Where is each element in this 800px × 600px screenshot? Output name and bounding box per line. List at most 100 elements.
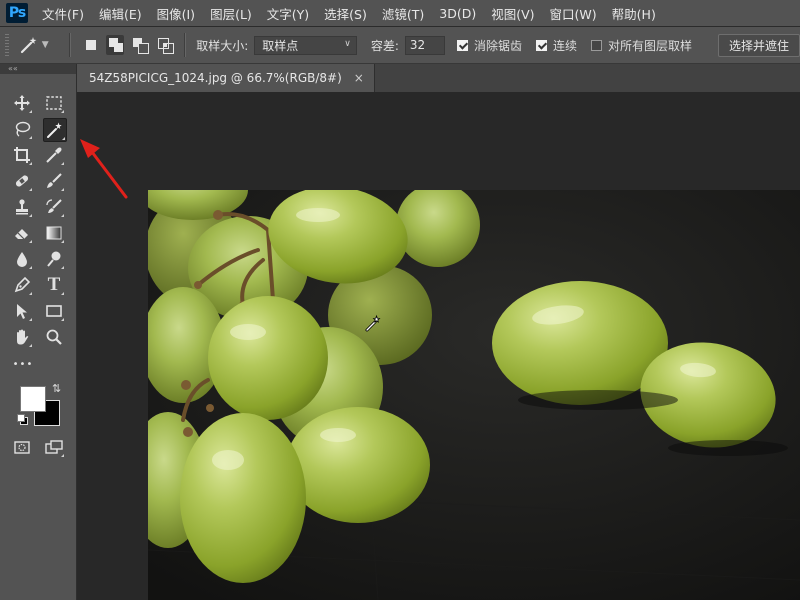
options-bar: ▼ 取样大小: 取样点 ∨ 容差: 32 消除锯齿 连续 对所有图层取样 选择并…: [0, 27, 800, 64]
tool-group-indicator: [29, 344, 32, 347]
eyedropper-tool-icon[interactable]: [43, 144, 65, 166]
blur-tool-icon[interactable]: [11, 248, 33, 270]
menu-view[interactable]: 视图(V): [491, 4, 534, 23]
hand-tool-icon[interactable]: [11, 326, 33, 348]
marquee-tool-icon[interactable]: [43, 92, 65, 114]
menu-help[interactable]: 帮助(H): [612, 4, 656, 23]
sample-size-label: 取样大小:: [196, 38, 249, 53]
eraser-tool-icon[interactable]: [11, 222, 33, 244]
magic-wand-icon: [20, 37, 37, 54]
tool-group-indicator: [61, 162, 64, 165]
intersect-selection-icon-fill: [163, 43, 168, 47]
screen-mode-icon[interactable]: [43, 436, 65, 458]
brush-tool-icon[interactable]: [43, 170, 65, 192]
menu-bar: Ps 文件(F) 编辑(E) 图像(I) 图层(L) 文字(Y) 选择(S) 滤…: [0, 0, 800, 27]
tool-group-indicator: [61, 318, 64, 321]
add-to-selection-button[interactable]: [105, 35, 125, 55]
tool-group-indicator: [61, 214, 64, 217]
move-tool-icon[interactable]: [11, 92, 33, 114]
more-tools-icon[interactable]: •••: [11, 353, 35, 375]
tolerance-label: 容差:: [370, 38, 399, 53]
add-selection-icon-part: [113, 43, 123, 52]
toolbox-collapse-button[interactable]: ««: [0, 64, 76, 74]
sample-all-layers-checkbox[interactable]: [590, 39, 602, 51]
chevron-down-icon: ▼: [41, 40, 49, 50]
tool-group-indicator: [29, 292, 32, 295]
tool-group-indicator: [61, 240, 64, 243]
tool-group-indicator: [29, 110, 32, 113]
menu-image[interactable]: 图像(I): [157, 4, 195, 23]
crop-tool-icon[interactable]: [11, 144, 33, 166]
menu-filter[interactable]: 滤镜(T): [382, 4, 424, 23]
tool-group-indicator: [29, 240, 32, 243]
type-tool-icon[interactable]: T: [43, 274, 65, 296]
contiguous-checkbox[interactable]: [535, 39, 547, 51]
tool-group-indicator: [29, 266, 32, 269]
new-selection-button[interactable]: [81, 35, 100, 55]
menu-window[interactable]: 窗口(W): [550, 4, 597, 23]
menu-3d[interactable]: 3D(D): [439, 6, 476, 21]
quick-mask-icon[interactable]: [11, 436, 33, 458]
separator: [184, 33, 187, 57]
sample-all-layers-option[interactable]: 对所有图层取样: [590, 37, 692, 54]
tool-preset-picker[interactable]: ▼: [19, 35, 49, 55]
more-tools-glyph: •••: [12, 358, 34, 370]
menu-type[interactable]: 文字(Y): [267, 4, 309, 23]
zoom-tool-icon[interactable]: [43, 326, 65, 348]
separator: [68, 33, 71, 57]
tool-group-indicator: [61, 454, 64, 457]
canvas-area[interactable]: [77, 93, 800, 600]
tool-group-indicator: [61, 110, 64, 113]
tool-group-indicator: [29, 214, 32, 217]
tool-group-indicator: [61, 266, 64, 269]
tolerance-input[interactable]: 32: [404, 35, 445, 55]
tool-group-indicator: [29, 318, 32, 321]
healing-brush-tool-icon[interactable]: [11, 170, 33, 192]
subtract-selection-icon-part: [138, 43, 150, 54]
foreground-color-swatch[interactable]: [20, 386, 46, 412]
path-selection-tool-icon[interactable]: [11, 300, 33, 322]
document-canvas[interactable]: [148, 190, 800, 600]
contiguous-option[interactable]: 连续: [535, 37, 577, 54]
gradient-tool-icon[interactable]: [43, 222, 65, 244]
pen-tool-icon[interactable]: [11, 274, 33, 296]
menu-select[interactable]: 选择(S): [324, 4, 367, 23]
swap-colors-icon[interactable]: ⇅: [52, 382, 61, 395]
clone-stamp-tool-icon[interactable]: [11, 196, 33, 218]
grapes-photo: [148, 190, 800, 600]
dodge-tool-icon[interactable]: [43, 248, 65, 270]
menu-file[interactable]: 文件(F): [42, 4, 84, 23]
antialias-label: 消除锯齿: [473, 38, 522, 53]
toolbox: «« T ••• ⇅: [0, 64, 77, 600]
new-selection-icon: [85, 40, 96, 50]
options-bar-grip[interactable]: [5, 34, 9, 56]
photoshop-logo: Ps: [6, 3, 28, 23]
menu-layer[interactable]: 图层(L): [210, 4, 252, 23]
document-title: 54Z58PICICG_1024.jpg @ 66.7%(RGB/8#): [89, 71, 342, 85]
antialias-option[interactable]: 消除锯齿: [456, 37, 522, 54]
select-and-mask-button[interactable]: 选择并遮住: [718, 33, 800, 57]
tool-group-indicator: [61, 292, 64, 295]
lasso-tool-icon[interactable]: [11, 118, 33, 140]
tool-group-indicator: [62, 137, 65, 140]
tool-group-indicator: [29, 136, 32, 139]
subtract-from-selection-button[interactable]: [130, 35, 150, 55]
intersect-selection-button[interactable]: [155, 35, 175, 55]
magic-wand-cursor-icon: [363, 313, 383, 336]
sample-size-dropdown[interactable]: 取样点 ∨: [254, 35, 357, 55]
contiguous-label: 连续: [552, 38, 577, 53]
close-icon[interactable]: ×: [354, 71, 364, 85]
magic-wand-tool-icon[interactable]: [43, 118, 67, 142]
default-colors-icon[interactable]: [17, 414, 28, 425]
document-tab-bar: 54Z58PICICG_1024.jpg @ 66.7%(RGB/8#) ×: [77, 64, 800, 93]
menu-edit[interactable]: 编辑(E): [99, 4, 142, 23]
document-tab[interactable]: 54Z58PICICG_1024.jpg @ 66.7%(RGB/8#) ×: [77, 64, 375, 92]
tool-group-indicator: [29, 162, 32, 165]
rectangle-tool-icon[interactable]: [43, 300, 65, 322]
tool-group-indicator: [61, 188, 64, 191]
chevron-down-icon: ∨: [344, 38, 351, 49]
antialias-checkbox[interactable]: [456, 39, 468, 51]
history-brush-tool-icon[interactable]: [43, 196, 65, 218]
tool-group-indicator: [29, 188, 32, 191]
type-glyph: T: [47, 274, 61, 295]
